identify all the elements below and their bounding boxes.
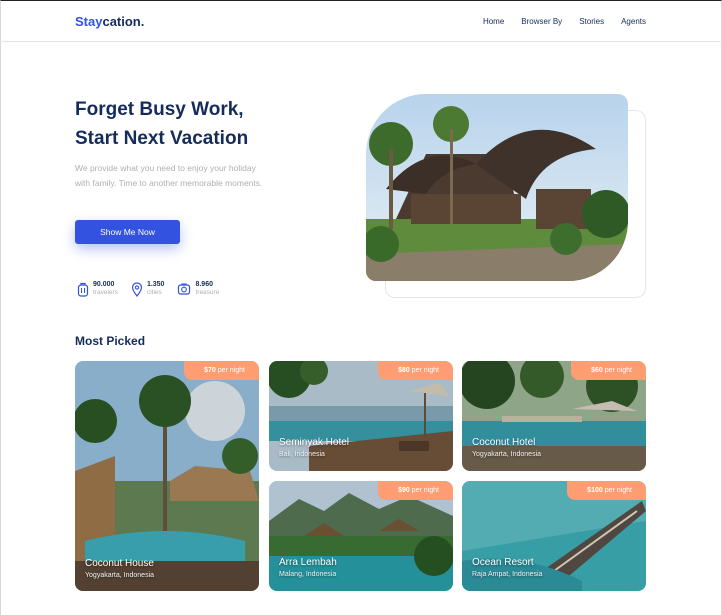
hero-description: We provide what you need to enjoy your h… [75,163,263,188]
stat-cities: 1.350 cities [131,281,165,297]
map-pin-icon [131,281,143,297]
stat-travelers: 90.000 travelers [77,281,118,297]
top-navbar: Staycation. Home Browser By Stories Agen… [0,1,722,42]
property-name: Ocean Resort [472,557,534,568]
property-card[interactable]: $60 per night Coconut Hotel Yogyakarta, I… [462,361,646,471]
brand-logo[interactable]: Staycation. [75,14,144,29]
camera-icon [178,283,191,295]
property-name: Seminyak Hotel [279,437,350,448]
nav-browser-by[interactable]: Browser By [521,17,562,26]
property-name: Coconut Hotel [472,437,536,448]
price-value: $60 [591,367,603,374]
nav-agents[interactable]: Agents [621,17,646,26]
price-value: $100 [587,487,603,494]
price-badge: $60 per night [571,361,646,380]
property-name: Arra Lembah [279,557,337,568]
price-value: $90 [398,487,410,494]
property-name: Coconut House [85,558,154,569]
price-unit: per night [604,487,632,494]
brand-logo-second: cation. [102,14,145,29]
price-unit: per night [604,367,632,374]
price-badge: $90 per night [378,481,453,500]
hero-title-line1: Forget Busy Work, [75,99,244,120]
stat-label: cities [146,289,162,296]
property-location: Raja Ampat, Indonesia [472,571,543,578]
price-unit: per night [217,367,245,374]
price-badge: $100 per night [567,481,646,500]
property-card[interactable]: $90 per night Arra Lembah Malang, Indones… [269,481,453,591]
property-card[interactable]: $70 per night Coconut House Yogyakarta, I… [75,361,259,591]
property-card[interactable]: $80 per night Seminyak Hotel Bali, Indone… [269,361,453,471]
stat-value: 8.960 [195,281,213,288]
property-location: Yogyakarta, Indonesia [85,572,155,579]
hero-image [366,94,628,281]
property-card[interactable]: $100 per night Ocean Resort Raja Ampat, I… [462,481,646,591]
price-badge: $80 per night [378,361,453,380]
main-nav: Home Browser By Stories Agents [483,17,646,26]
price-unit: per night [411,367,439,374]
traveler-icon [77,282,89,297]
show-me-now-button[interactable]: Show Me Now [75,220,180,244]
property-location: Yogyakarta, Indonesia [472,451,542,458]
hero-stats: 90.000 travelers 1.350 cities 8.960 treasur… [77,281,219,297]
property-location: Bali, Indonesia [279,451,325,458]
stat-label: travelers [93,289,118,296]
brand-logo-first: Stay [75,14,103,29]
most-picked-title: Most Picked [75,334,146,348]
price-value: $80 [398,367,410,374]
property-location: Malang, Indonesia [279,571,337,578]
property-photo [75,361,259,591]
price-value: $70 [204,367,216,374]
stat-treasure: 8.960 treasure [177,281,219,297]
nav-home[interactable]: Home [483,17,504,26]
hero-title: Forget Busy Work, Start Next Vacation [75,95,305,153]
stat-value: 90.000 [93,281,115,288]
price-unit: per night [411,487,439,494]
price-badge: $70 per night [184,361,259,380]
nav-stories[interactable]: Stories [579,17,604,26]
stat-value: 1.350 [146,281,165,288]
hero-title-line2: Start Next Vacation [75,128,249,149]
stat-label: treasure [195,289,220,296]
